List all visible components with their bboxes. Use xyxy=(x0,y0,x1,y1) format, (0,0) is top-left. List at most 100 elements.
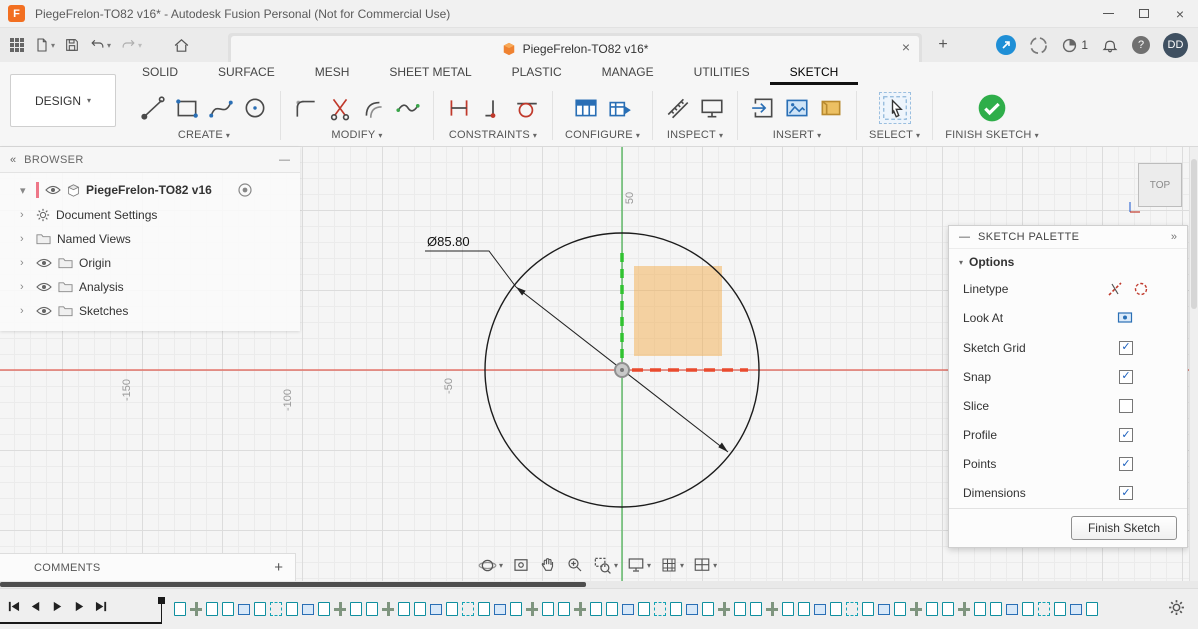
window-maximize-button[interactable] xyxy=(1126,0,1162,27)
orbit-button[interactable]: ▾ xyxy=(478,556,503,575)
timeline-feature-page[interactable] xyxy=(478,602,490,616)
select-group-label[interactable]: SELECT xyxy=(869,129,913,141)
timeline-skip-end-button[interactable] xyxy=(95,600,108,613)
activate-component-icon[interactable] xyxy=(238,183,252,197)
visibility-eye-icon[interactable] xyxy=(45,185,61,195)
palette-options-section[interactable]: ▾ Options xyxy=(949,249,1187,274)
centerline-icon[interactable] xyxy=(1133,281,1149,297)
rectangle-tool-icon[interactable] xyxy=(174,95,200,121)
file-menu-button[interactable]: ▾ xyxy=(31,32,58,58)
timeline-feature-page[interactable] xyxy=(318,602,330,616)
zoom-button[interactable] xyxy=(566,556,584,574)
visibility-eye-icon[interactable] xyxy=(36,282,52,292)
tree-item-document-settings[interactable]: › Document Settings xyxy=(0,203,300,227)
timeline-feature-box[interactable] xyxy=(622,604,634,615)
timeline-feature-box[interactable] xyxy=(302,604,314,615)
help-button[interactable]: ? xyxy=(1132,36,1150,54)
tab-utilities[interactable]: UTILITIES xyxy=(674,65,770,85)
measure-tool-icon[interactable] xyxy=(665,95,691,121)
slice-checkbox[interactable] xyxy=(1119,399,1133,413)
timeline-feature-page[interactable] xyxy=(862,602,874,616)
tree-item-label[interactable]: Analysis xyxy=(79,280,124,294)
undo-button[interactable]: ▾ xyxy=(86,32,114,58)
palette-minimize-icon[interactable]: — xyxy=(959,231,970,243)
profile-checkbox[interactable]: ✓ xyxy=(1119,428,1133,442)
timeline-feature-page[interactable] xyxy=(734,602,746,616)
extensions-icon[interactable] xyxy=(996,35,1016,55)
pan-button[interactable] xyxy=(539,556,557,574)
user-avatar[interactable]: DD xyxy=(1163,33,1188,58)
sync-status-icon[interactable] xyxy=(1029,36,1048,55)
expand-icon[interactable]: › xyxy=(20,257,30,269)
timeline-feature-page[interactable] xyxy=(398,602,410,616)
sketch-grid-checkbox[interactable]: ✓ xyxy=(1119,341,1133,355)
timeline-feature-page[interactable] xyxy=(1022,602,1034,616)
timeline-feature-cross[interactable] xyxy=(382,602,394,616)
redo-button[interactable]: ▾ xyxy=(117,32,145,58)
configure-group-label[interactable]: CONFIGURE xyxy=(565,129,633,141)
line-tool-icon[interactable] xyxy=(140,95,166,121)
save-button[interactable] xyxy=(61,32,83,58)
viewports-button[interactable]: ▾ xyxy=(693,556,717,574)
comments-bar[interactable]: COMMENTS + xyxy=(0,553,296,581)
sketch-profile-region[interactable] xyxy=(634,266,722,356)
timeline-feature-page[interactable] xyxy=(590,602,602,616)
workspace-selector[interactable]: DESIGN ▾ xyxy=(10,74,116,127)
timeline-feature-page[interactable] xyxy=(830,602,842,616)
timeline-feature-page[interactable] xyxy=(942,602,954,616)
data-panel-button[interactable] xyxy=(6,32,28,58)
tab-mesh[interactable]: MESH xyxy=(295,65,370,85)
root-expand-icon[interactable]: ▾ xyxy=(20,184,30,197)
timeline-feature-box[interactable] xyxy=(494,604,506,615)
timeline-feature-page[interactable] xyxy=(350,602,362,616)
insert-group-label[interactable]: INSERT xyxy=(773,129,814,141)
timeline-feature-page[interactable] xyxy=(894,602,906,616)
timeline-feature-page[interactable] xyxy=(670,602,682,616)
look-at-plane-icon[interactable] xyxy=(1117,311,1133,325)
timeline-feature-page[interactable] xyxy=(798,602,810,616)
tab-surface[interactable]: SURFACE xyxy=(198,65,295,85)
timeline-feature-page[interactable] xyxy=(174,602,186,616)
window-close-button[interactable]: × xyxy=(1162,0,1198,27)
visibility-eye-icon[interactable] xyxy=(36,258,52,268)
timeline-position-marker[interactable] xyxy=(158,597,165,604)
grid-settings-button[interactable]: ▾ xyxy=(660,556,684,574)
timeline-feature-corner[interactable] xyxy=(654,602,666,616)
tab-sheet-metal[interactable]: SHEET METAL xyxy=(369,65,491,85)
timeline-feature-box[interactable] xyxy=(238,604,250,615)
close-document-tab-button[interactable]: × xyxy=(902,39,910,55)
timeline-play-button[interactable] xyxy=(51,600,64,613)
insert-decal-icon[interactable] xyxy=(818,95,844,121)
zoom-window-button[interactable]: ▾ xyxy=(593,556,618,575)
notifications-bell-icon[interactable] xyxy=(1101,36,1119,54)
browser-collapse-icon[interactable]: « xyxy=(10,154,16,166)
spline-tool-icon[interactable] xyxy=(208,95,234,121)
timeline-feature-page[interactable] xyxy=(254,602,266,616)
tree-item-label[interactable]: Document Settings xyxy=(56,208,157,222)
tab-manage[interactable]: MANAGE xyxy=(582,65,674,85)
timeline-feature-box[interactable] xyxy=(1006,604,1018,615)
fillet-tool-icon[interactable] xyxy=(293,95,319,121)
browser-minimize-icon[interactable]: — xyxy=(279,154,290,166)
timeline-feature-page[interactable] xyxy=(990,602,1002,616)
expand-icon[interactable]: › xyxy=(20,233,30,245)
tree-item-label[interactable]: Origin xyxy=(79,256,111,270)
configuration-table-icon[interactable] xyxy=(573,95,599,121)
tree-item-label[interactable]: Named Views xyxy=(57,232,131,246)
timeline-feature-page[interactable] xyxy=(222,602,234,616)
job-status-button[interactable]: 1 xyxy=(1061,37,1088,54)
insert-image-icon[interactable] xyxy=(784,95,810,121)
timeline-feature-cross[interactable] xyxy=(910,602,922,616)
timeline-feature-cross[interactable] xyxy=(574,602,586,616)
constraints-group-label[interactable]: CONSTRAINTS xyxy=(449,129,530,141)
points-checkbox[interactable]: ✓ xyxy=(1119,457,1133,471)
timeline-step-forward-button[interactable] xyxy=(73,600,86,613)
timeline-feature-corner[interactable] xyxy=(462,602,474,616)
timeline-feature-corner[interactable] xyxy=(1038,602,1050,616)
inspect-group-label[interactable]: INSPECT xyxy=(667,129,716,141)
dimension-value[interactable]: Ø85.80 xyxy=(427,234,470,249)
timeline-feature-page[interactable] xyxy=(974,602,986,616)
window-minimize-button[interactable] xyxy=(1090,0,1126,27)
timeline-settings-gear-icon[interactable] xyxy=(1168,599,1185,616)
horizontal-scrollbar-thumb[interactable] xyxy=(0,582,586,587)
